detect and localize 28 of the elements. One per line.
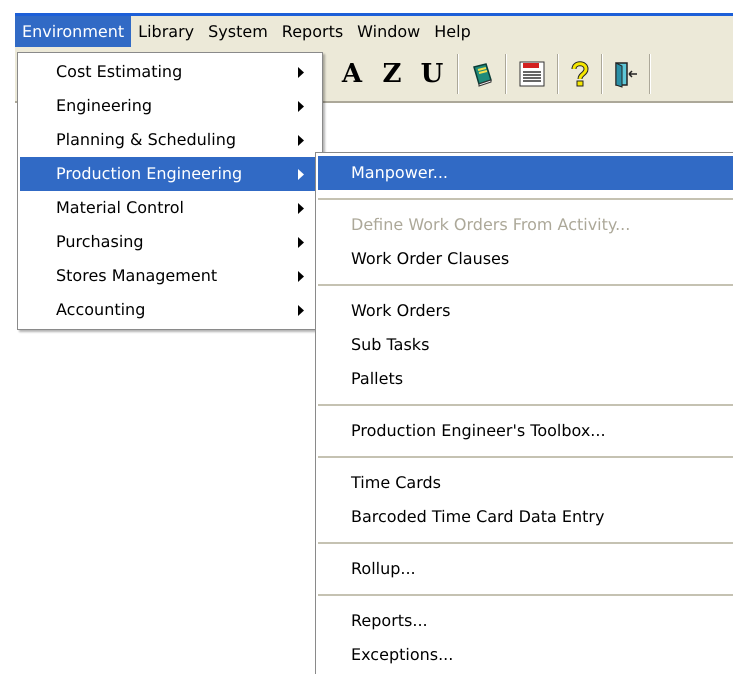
menu-item[interactable]: Engineering xyxy=(20,89,320,123)
toolbar-button[interactable]: U xyxy=(417,54,447,94)
menu-bar-item[interactable]: Environment xyxy=(15,16,132,47)
submenu-arrow-icon xyxy=(298,66,304,78)
menu-item[interactable]: Planning & Scheduling xyxy=(20,123,320,157)
menu-item[interactable]: Manpower... xyxy=(318,156,733,190)
menu-item[interactable]: Accounting xyxy=(20,293,320,327)
submenu-arrow-icon xyxy=(298,270,304,282)
submenu-arrow-icon xyxy=(298,202,304,214)
report-icon[interactable] xyxy=(517,60,547,88)
submenu-arrow-icon xyxy=(298,304,304,316)
menu-bar-item[interactable]: System xyxy=(201,16,275,47)
toolbar-button[interactable]: Z xyxy=(377,54,407,94)
menu-bar-item[interactable]: Window xyxy=(350,16,428,47)
menu-item[interactable]: Material Control xyxy=(20,191,320,225)
submenu-arrow-icon xyxy=(298,236,304,248)
help-icon[interactable] xyxy=(569,60,591,88)
menu-bar-item[interactable]: Help xyxy=(427,16,478,47)
submenu-arrow-icon xyxy=(298,134,304,146)
menu-bar-item[interactable]: Reports xyxy=(274,16,350,47)
menu-item[interactable]: Stores Management xyxy=(20,259,320,293)
submenu-arrow-icon xyxy=(298,168,304,180)
menu-bar-item[interactable]: Library xyxy=(131,16,202,47)
submenu-arrow-icon xyxy=(298,100,304,112)
menu-item[interactable]: Cost Estimating xyxy=(20,55,320,89)
menu-item[interactable]: Purchasing xyxy=(20,225,320,259)
toolbar-button[interactable]: A xyxy=(337,54,367,94)
door-icon[interactable] xyxy=(613,60,639,88)
